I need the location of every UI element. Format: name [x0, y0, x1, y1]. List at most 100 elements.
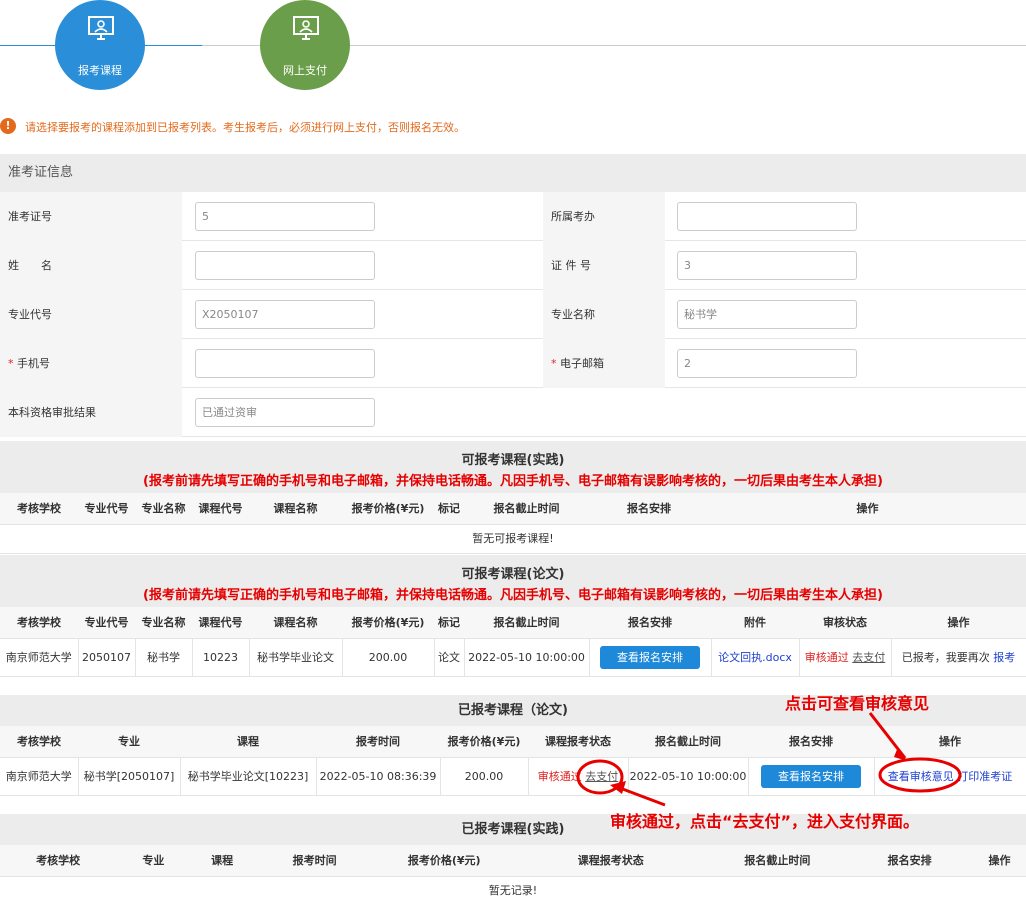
form-row: * 手机号 * 电子邮箱 2 — [0, 339, 1026, 388]
review-result-field[interactable]: 已通过资审 — [195, 398, 375, 427]
pay-link[interactable]: 去支付 — [852, 651, 885, 664]
column-header: 报考时间 — [253, 845, 376, 877]
cell-major-code: 2050107 — [78, 638, 136, 677]
view-arrangement-button[interactable]: 查看报名安排 — [761, 764, 861, 788]
column-header: 考核学校 — [0, 845, 117, 877]
field-label-text: 手机号 — [17, 357, 50, 370]
column-header: 操作 — [709, 493, 1026, 525]
monitor-user-icon — [88, 16, 114, 40]
cell-price: 200.00 — [342, 638, 435, 677]
cell-status: 审核通过 去支付 — [528, 757, 629, 796]
column-header: 专业 — [116, 845, 191, 877]
column-header: 报考价格(¥元) — [342, 493, 434, 525]
column-header: 报名安排 — [846, 845, 974, 877]
warning-icon: ! — [0, 118, 16, 134]
pay-link[interactable]: 去支付 — [585, 770, 618, 783]
column-header: 考核学校 — [0, 726, 78, 758]
column-header: 报考时间 — [316, 726, 440, 758]
field-label: 所属考办 — [543, 192, 665, 241]
field-label: 证 件 号 — [543, 241, 665, 290]
thesis-course-header: 可报考课程(论文) (报考前请先填写正确的手机号和电子邮箱，并保持电话畅通。凡因… — [0, 555, 1026, 607]
column-header: 标记 — [434, 493, 464, 525]
cell-price: 200.00 — [440, 757, 529, 796]
form-row: 姓 名 证 件 号 3 — [0, 241, 1026, 290]
section-title: 准考证信息 — [0, 154, 1026, 192]
practice-course-header: 可报考课程(实践) (报考前请先填写正确的手机号和电子邮箱，并保持电话畅通。凡因… — [0, 441, 1026, 493]
field-label: 姓 名 — [0, 241, 182, 290]
section-title: 已报考课程（论文) — [458, 703, 568, 718]
admission-info-section: 准考证信息 准考证号 5 所属考办 姓 名 证 件 号 3 专业代号 X2050… — [0, 154, 1026, 441]
office-field[interactable] — [677, 202, 857, 231]
cell-school: 南京师范大学 — [0, 757, 79, 796]
column-header: 专业名称 — [135, 493, 192, 525]
id-number-field[interactable]: 3 — [677, 251, 857, 280]
field-label-text: 电子邮箱 — [560, 357, 604, 370]
step-label: 网上支付 — [283, 64, 327, 77]
view-arrangement-button[interactable]: 查看报名安排 — [600, 645, 700, 669]
thesis-course-table: 考核学校 专业代号 专业名称 课程代号 课程名称 报考价格(¥元) 标记 报名截止时间 报名安排… — [0, 607, 1026, 677]
column-header: 报考价格(¥元) — [375, 845, 513, 877]
form-row: 专业代号 X2050107 专业名称 秘书学 — [0, 290, 1026, 339]
column-header: 报名安排 — [748, 726, 874, 758]
cell-course-code: 10223 — [192, 638, 250, 677]
major-code-field[interactable]: X2050107 — [195, 300, 375, 329]
annotation-text: 点击可查看审核意见 — [785, 694, 930, 713]
column-header: 课程代号 — [192, 493, 249, 525]
column-header: 课程报考状态 — [512, 845, 709, 877]
cell-deadline: 2022-05-10 10:00:00 — [628, 757, 749, 796]
form-row: 准考证号 5 所属考办 — [0, 192, 1026, 241]
column-header: 课程名称 — [249, 607, 342, 639]
warning-text: (报考前请先填写正确的手机号和电子邮箱，并保持电话畅通。凡因手机号、电子邮箱有误… — [143, 474, 883, 489]
major-name-field[interactable]: 秘书学 — [677, 300, 857, 329]
view-review-opinion-link[interactable]: 查看审核意见 — [888, 770, 954, 783]
annotation-text: 审核通过，点击“去支付”，进入支付界面。 — [610, 812, 920, 831]
table-header: 考核学校 专业 课程 报考时间 报考价格(¥元) 课程报考状态 报名截止时间 报名安排 操作 — [0, 726, 1026, 758]
field-label: 准考证号 — [0, 192, 182, 241]
table-row: 南京师范大学 秘书学[2050107] 秘书学毕业论文[10223] 2022-… — [0, 757, 1026, 796]
monitor-user-icon — [293, 16, 319, 40]
cell-status: 审核通过 去支付 — [799, 638, 892, 677]
registered-practice-table: 考核学校 专业 课程 报考时间 报考价格(¥元) 课程报考状态 报名截止时间 报名安排 操作 — [0, 845, 1026, 877]
cell-operation: 已报考，我要再次 报考 — [891, 638, 1026, 677]
column-header: 附件 — [711, 607, 799, 639]
field-label: * 电子邮箱 — [543, 339, 665, 388]
cell-arrange: 查看报名安排 — [589, 638, 712, 677]
name-field[interactable] — [195, 251, 375, 280]
column-header: 报名安排 — [589, 607, 711, 639]
warning-text: (报考前请先填写正确的手机号和电子邮箱，并保持电话畅通。凡因手机号、电子邮箱有误… — [143, 588, 883, 603]
column-header: 课程代号 — [192, 607, 249, 639]
column-header: 操作 — [874, 726, 1026, 758]
table-header: 考核学校 专业代号 专业名称 课程代号 课程名称 报考价格(¥元) 标记 报名截止时间 报名安排… — [0, 493, 1026, 525]
required-mark: * — [8, 357, 14, 370]
registered-text: 已报考，我要再次 — [901, 651, 990, 664]
column-header: 报名截止时间 — [464, 607, 589, 639]
phone-field[interactable] — [195, 349, 375, 378]
field-label: * 手机号 — [0, 339, 182, 388]
notice-bar: ! 请选择要报考的课程添加到已报考列表。考生报考后，必须进行网上支付，否则报名无… — [0, 116, 1026, 136]
column-header: 专业代号 — [78, 607, 135, 639]
cell-major-name: 秘书学 — [135, 638, 193, 677]
column-header: 报名截止时间 — [628, 726, 748, 758]
column-header: 专业代号 — [78, 493, 135, 525]
cell-major: 秘书学[2050107] — [78, 757, 181, 796]
progress-steps: 报考课程 网上支付 — [0, 0, 1026, 100]
column-header: 课程报考状态 — [528, 726, 628, 758]
register-again-link[interactable]: 报考 — [993, 651, 1015, 664]
column-header: 审核状态 — [799, 607, 891, 639]
cell-course: 秘书学毕业论文[10223] — [180, 757, 317, 796]
admission-no-field[interactable]: 5 — [195, 202, 375, 231]
step-label: 报考课程 — [78, 64, 122, 77]
cell-mark: 论文 — [434, 638, 465, 677]
column-header: 课程 — [190, 845, 254, 877]
column-header: 报考价格(¥元) — [342, 607, 434, 639]
email-field[interactable]: 2 — [677, 349, 857, 378]
column-header: 报名截止时间 — [464, 493, 589, 525]
column-header: 操作 — [973, 845, 1026, 877]
step-register-course: 报考课程 — [55, 0, 145, 90]
column-header: 课程名称 — [249, 493, 342, 525]
print-admission-link[interactable]: 打印准考证 — [957, 770, 1012, 783]
column-header: 报名截止时间 — [708, 845, 847, 877]
attachment-link[interactable]: 论文回执.docx — [718, 651, 792, 664]
empty-message: 暂无可报考课程! — [0, 524, 1026, 554]
step-online-payment: 网上支付 — [260, 0, 350, 90]
